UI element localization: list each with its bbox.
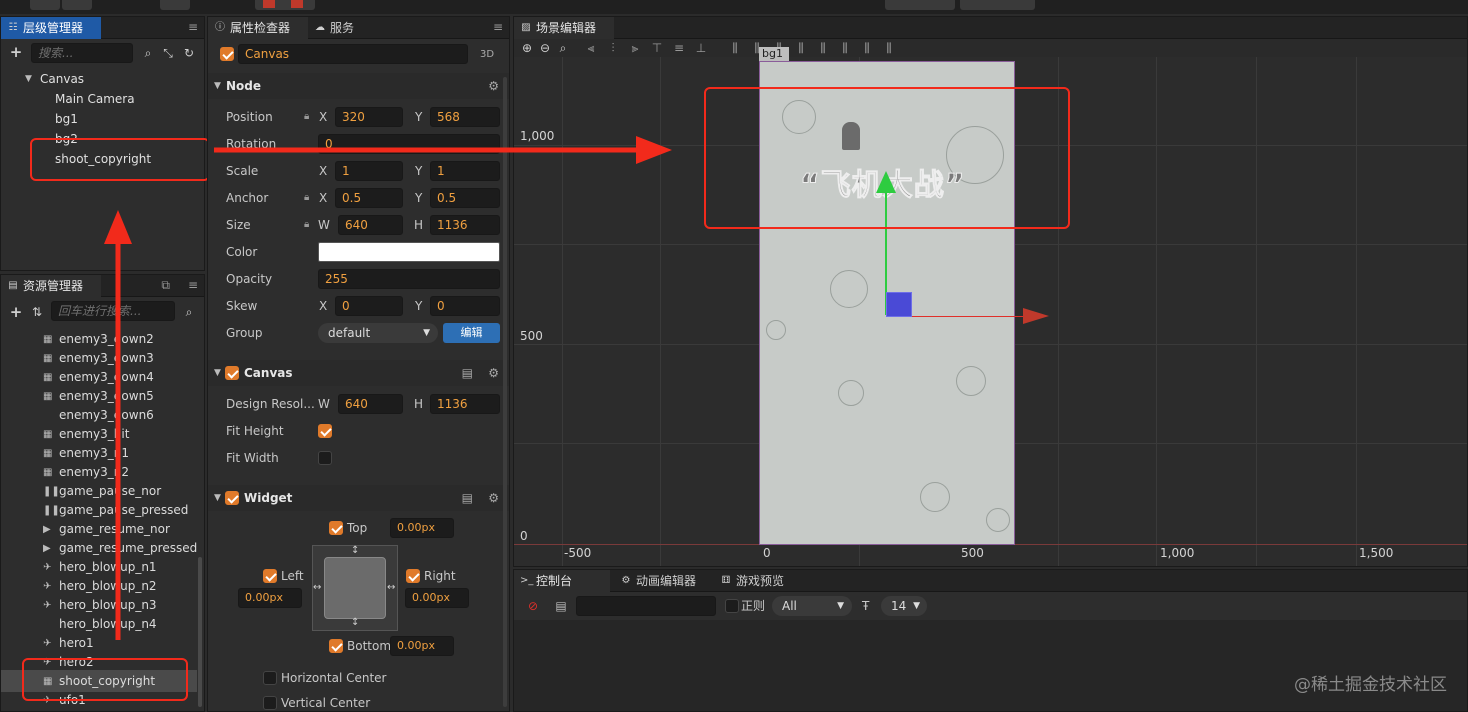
annotation-arrows — [104, 136, 672, 640]
arrow-up-head — [104, 210, 132, 244]
arrow-right-head — [636, 136, 672, 164]
